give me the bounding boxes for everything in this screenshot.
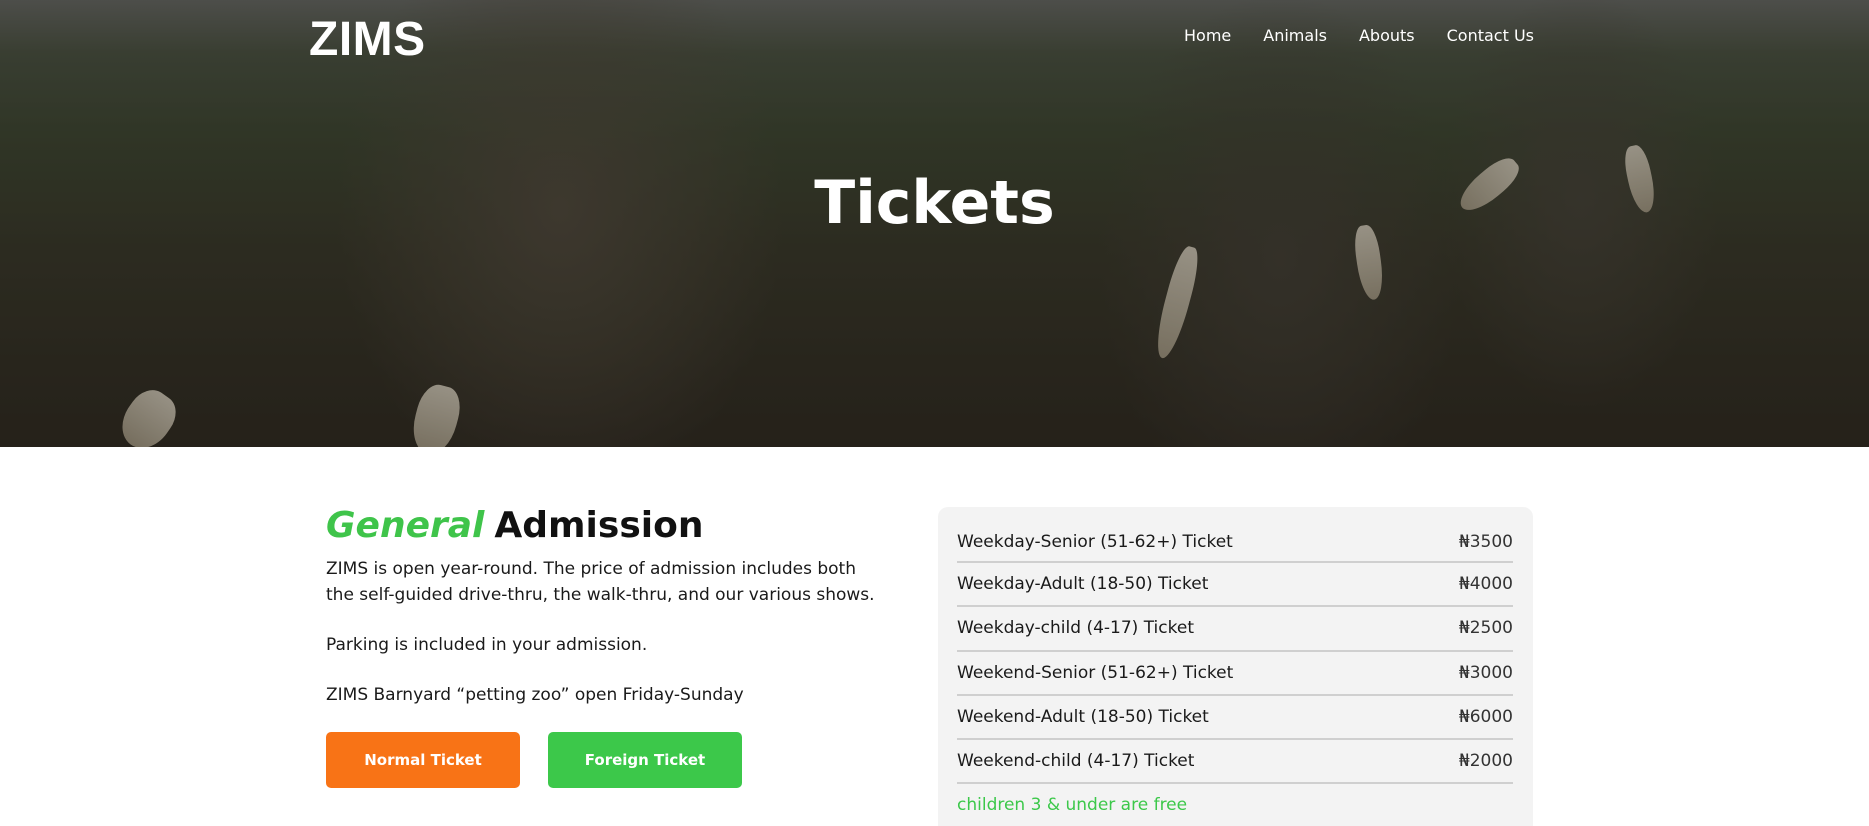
ticket-row: Weekday-Senior (51-62+) Ticket ₦3500 xyxy=(957,523,1513,563)
ticket-price: ₦3000 xyxy=(1458,662,1513,683)
ticket-price: ₦6000 xyxy=(1458,707,1513,728)
ticket-price-list: Weekday-Senior (51-62+) Ticket ₦3500 Wee… xyxy=(938,507,1533,826)
site-logo[interactable]: ZIMS xyxy=(309,12,426,67)
ticket-name: Weekend-child (4-17) Ticket xyxy=(957,751,1195,772)
ticket-price: ₦4000 xyxy=(1458,574,1513,595)
nav-abouts[interactable]: Abouts xyxy=(1359,26,1415,45)
admission-heading-accent: General xyxy=(326,505,485,546)
ticket-buttons: Normal Ticket Foreign Ticket xyxy=(326,732,886,788)
ticket-row: Weekday-child (4-17) Ticket ₦2500 xyxy=(957,607,1513,652)
nav-animals[interactable]: Animals xyxy=(1263,26,1327,45)
page-title: Tickets xyxy=(814,168,1055,238)
ticket-row: Weekday-Adult (18-50) Ticket ₦4000 xyxy=(957,563,1513,608)
hero-banner: ZIMS Home Animals Abouts Contact Us Tick… xyxy=(0,0,1869,447)
general-admission-section: General Admission ZIMS is open year-round… xyxy=(326,505,886,788)
ticket-price: ₦3500 xyxy=(1458,532,1513,552)
ticket-name: Weekday-Senior (51-62+) Ticket xyxy=(957,532,1233,552)
ticket-row: Weekend-Adult (18-50) Ticket ₦6000 xyxy=(957,696,1513,741)
normal-ticket-button[interactable]: Normal Ticket xyxy=(326,732,520,788)
ticket-name: Weekday-Adult (18-50) Ticket xyxy=(957,574,1209,595)
barnyard-note: ZIMS Barnyard “petting zoo” open Friday-… xyxy=(326,685,744,705)
nav-home[interactable]: Home xyxy=(1184,26,1231,45)
ticket-price: ₦2500 xyxy=(1458,618,1513,639)
ticket-row: Weekend-Senior (51-62+) Ticket ₦3000 xyxy=(957,652,1513,696)
ticket-price: ₦2000 xyxy=(1458,751,1513,772)
nav-contact-us[interactable]: Contact Us xyxy=(1447,26,1534,45)
admission-heading: General Admission xyxy=(326,505,886,546)
admission-heading-rest: Admission xyxy=(494,505,704,546)
admission-description: ZIMS is open year-round. The price of ad… xyxy=(326,559,875,605)
main-nav: Home Animals Abouts Contact Us xyxy=(1184,26,1534,45)
ticket-name: Weekday-child (4-17) Ticket xyxy=(957,618,1194,639)
free-children-note: children 3 & under are free xyxy=(957,795,1188,816)
foreign-ticket-button[interactable]: Foreign Ticket xyxy=(548,732,742,788)
ticket-row: Weekend-child (4-17) Ticket ₦2000 xyxy=(957,740,1513,785)
ticket-name: Weekend-Adult (18-50) Ticket xyxy=(957,707,1209,728)
parking-note: Parking is included in your admission. xyxy=(326,635,648,655)
ticket-name: Weekend-Senior (51-62+) Ticket xyxy=(957,662,1234,683)
